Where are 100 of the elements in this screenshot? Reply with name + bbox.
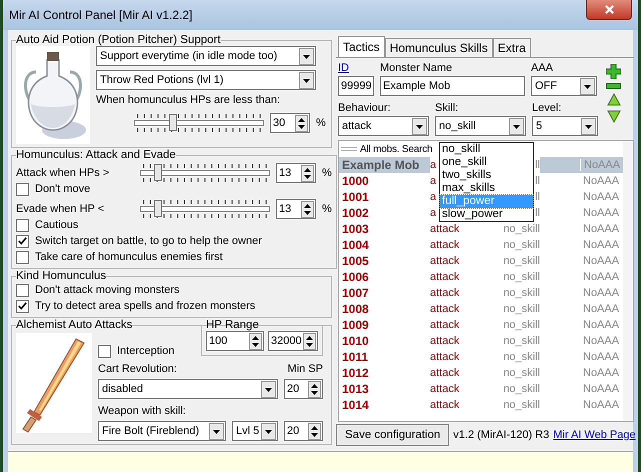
dropdown-field[interactable]: disabled: [98, 379, 278, 399]
slider-thumb[interactable]: [154, 164, 162, 181]
checkbox[interactable]: [16, 284, 29, 296]
tab[interactable]: Homunculus Skills: [384, 38, 493, 57]
spin-arrows-icon[interactable]: [308, 422, 321, 440]
dropdown-field[interactable]: Throw Red Potions (lvl 1): [96, 70, 316, 90]
group-title: HP Range: [206, 319, 259, 331]
table-cell[interactable]: 1005: [339, 253, 430, 269]
checkbox[interactable]: [16, 218, 29, 232]
move-down-icon[interactable]: [606, 110, 620, 123]
table-cell[interactable]: 1007: [339, 285, 430, 301]
version-label: v1.2 (MirAI-120) R3: [453, 429, 550, 441]
checkbox-label: Try to detect area spells and frozen monsters: [35, 300, 256, 312]
checkbox-label: Don't move: [35, 183, 90, 195]
table-cell: no_skill: [503, 367, 540, 379]
table-cell-text: NoAAA: [582, 287, 620, 299]
dropdown-option[interactable]: one_skill: [440, 156, 533, 169]
field-label: Behaviour:: [338, 102, 392, 114]
table-cell: attack: [430, 239, 460, 251]
table-cell[interactable]: 1011: [339, 349, 430, 365]
id-link[interactable]: ID: [338, 62, 374, 74]
slider-thumb[interactable]: [169, 114, 178, 131]
add-icon[interactable]: [606, 64, 621, 79]
spin-box[interactable]: 13: [276, 199, 316, 219]
checkbox[interactable]: [16, 300, 29, 312]
cart-label: Cart Revolution:: [98, 363, 177, 375]
table-cell[interactable]: 1013: [339, 381, 430, 397]
table-cell-text: NoAAA: [582, 351, 620, 363]
weapon-label: Weapon with skill:: [98, 405, 187, 417]
slider-thumb[interactable]: [154, 200, 162, 217]
close-button[interactable]: [586, 0, 632, 20]
dropdown-option[interactable]: two_skills: [440, 169, 533, 182]
dropdown-field[interactable]: OFF: [531, 76, 597, 96]
table-cell-text: NoAAA: [582, 319, 620, 331]
spin-box[interactable]: 30: [270, 113, 310, 133]
slider-label: Evade when HP <: [16, 203, 106, 215]
dropdown-field[interactable]: attack: [338, 116, 429, 136]
table-cell-text: NoAAA: [582, 207, 620, 219]
dropdown-field[interactable]: no_skill: [435, 116, 526, 136]
dropdown-field[interactable]: Support everytime (in idle mode too): [96, 46, 316, 66]
table-cell[interactable]: 1002: [339, 205, 430, 221]
table-cell[interactable]: 1008: [339, 301, 430, 317]
table-cell-text: NoAAA: [582, 383, 620, 395]
tab[interactable]: Tactics: [338, 36, 385, 57]
table-cell: NoAAA: [580, 159, 620, 171]
spin-arrows-icon[interactable]: [249, 332, 262, 350]
table-cell[interactable]: 1003: [339, 221, 430, 237]
web-page-link[interactable]: Mir AI Web Page: [553, 429, 636, 441]
checkbox[interactable]: [16, 250, 29, 264]
dropdown-field[interactable]: Lvl 5: [232, 421, 278, 441]
spin-box[interactable]: 20: [284, 421, 323, 441]
dropdown-option[interactable]: max_skills: [440, 182, 533, 195]
table-cell: ll: [535, 159, 540, 171]
checkbox-label: Interception: [117, 345, 174, 357]
tab[interactable]: Extra: [492, 38, 531, 57]
table-cell-text: NoAAA: [582, 335, 620, 347]
table-cell: a: [430, 191, 436, 203]
table-cell[interactable]: 1010: [339, 333, 430, 349]
move-up-icon[interactable]: [606, 93, 620, 106]
table-cell: no_skill: [503, 223, 540, 235]
table-cell: no_skill: [503, 319, 540, 331]
save-button[interactable]: Save configuration: [336, 424, 450, 446]
spin-box[interactable]: 32000: [268, 331, 318, 351]
spin-box[interactable]: 13: [276, 163, 316, 183]
spin-box[interactable]: 20: [284, 379, 323, 399]
table-cell[interactable]: 1009: [339, 317, 430, 333]
id-field[interactable]: 99999: [338, 76, 374, 96]
table-cell: attack: [430, 223, 460, 235]
table-cell: attack: [430, 351, 460, 363]
checkbox[interactable]: [16, 182, 29, 196]
checkbox[interactable]: [98, 344, 111, 358]
table-cell[interactable]: 1001: [339, 189, 430, 205]
table-cell: attack: [430, 303, 460, 315]
spin-box[interactable]: 100: [206, 331, 264, 351]
table-cell-text: NoAAA: [582, 255, 620, 267]
spin-arrows-icon[interactable]: [301, 200, 314, 218]
table-cell[interactable]: 1004: [339, 237, 430, 253]
spin-arrows-icon[interactable]: [295, 114, 308, 132]
slider-label: Attack when HPs >: [16, 167, 110, 179]
dropdown-field[interactable]: Fire Bolt (Fireblend): [98, 421, 226, 441]
name-field[interactable]: Example Mob: [380, 76, 525, 96]
table-cell[interactable]: 1000: [339, 173, 430, 189]
spin-arrows-icon[interactable]: [303, 332, 316, 350]
table-cell[interactable]: 1012: [339, 365, 430, 381]
table-cell[interactable]: 1006: [339, 269, 430, 285]
dropdown-option[interactable]: slow_power: [440, 208, 533, 221]
unit-label: %: [322, 203, 332, 215]
threshold-label: When homunculus HPs are less than:: [96, 94, 282, 106]
table-cell-text: NoAAA: [582, 191, 620, 203]
group-title: Homunculus: Attack and Evade: [16, 149, 176, 161]
spin-arrows-icon[interactable]: [301, 164, 314, 182]
dropdown-option[interactable]: no_skill: [440, 143, 533, 156]
dropdown-field[interactable]: 5: [532, 116, 598, 136]
table-cell: no_skill: [503, 335, 540, 347]
checkbox[interactable]: [16, 234, 29, 248]
scrollbar[interactable]: [623, 141, 633, 421]
table-cell[interactable]: 1014: [339, 397, 430, 413]
table-cell[interactable]: Example Mob: [339, 157, 430, 173]
spin-arrows-icon[interactable]: [308, 380, 321, 398]
table-cell: no_skill: [503, 383, 540, 395]
